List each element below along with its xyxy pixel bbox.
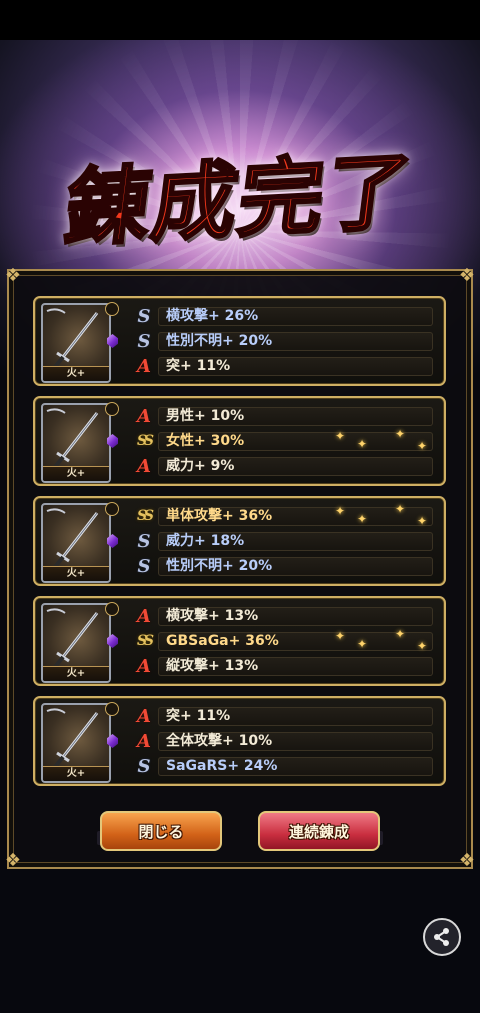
stat-text: 突+ 11% — [158, 707, 433, 726]
sparkle-icon: ✦ — [357, 512, 368, 526]
element-badge: 火+ — [43, 666, 109, 681]
ornament-icon: ❖ — [458, 265, 476, 286]
sparkle-icon: ✦ — [335, 429, 346, 443]
rank-s-icon: S — [137, 531, 151, 552]
sparkle-icon: ✦ — [357, 637, 368, 651]
stat-text: 横攻撃+ 13% — [158, 607, 433, 626]
slot-icon — [105, 502, 119, 516]
result-card: 火+ A 男性+ 10% SS 女性+ 30% A 威力+ 9% ✦ ✦ ✦ ✦ — [33, 396, 446, 486]
sparkle-icon: ✦ — [357, 437, 368, 451]
stat-row: S 威力+ 18% — [131, 531, 433, 552]
stat-row: A 縦攻撃+ 13% — [131, 656, 433, 677]
stat-row: SS GBSaGa+ 36% — [131, 631, 433, 652]
rank-a-icon: A — [137, 706, 151, 727]
sparkle-icon: ✦ — [395, 427, 406, 441]
weapon-thumbnail[interactable]: 火+ — [41, 403, 111, 483]
stat-row: S 性別不明+ 20% — [131, 556, 433, 577]
rank-a-icon: A — [137, 456, 151, 477]
ornament-icon: ❖ — [4, 850, 22, 871]
stat-row: A 突+ 11% — [131, 356, 433, 377]
sparkle-icon: ✦ — [417, 514, 428, 528]
stat-row: A 横攻撃+ 13% — [131, 606, 433, 627]
stat-row: A 男性+ 10% — [131, 406, 433, 427]
element-badge: 火+ — [43, 466, 109, 481]
rank-s-icon: S — [137, 331, 151, 352]
result-card: 火+ A 突+ 11% A 全体攻撃+ 10% S SaGaRS+ 24% — [33, 696, 446, 786]
stat-text: SaGaRS+ 24% — [158, 757, 433, 776]
stat-row: A 威力+ 9% — [131, 456, 433, 477]
stat-row: SS 女性+ 30% — [131, 431, 433, 452]
result-card: 火+ S 横攻撃+ 26% S 性別不明+ 20% A 突+ 11% — [33, 296, 446, 386]
stat-text: 威力+ 18% — [158, 532, 433, 551]
rank-ss-icon: SS — [137, 633, 154, 649]
ornament-icon: ❖ — [4, 265, 22, 286]
element-badge: 火+ — [43, 766, 109, 781]
result-title: 錬成完了 — [58, 139, 420, 259]
stat-text: 性別不明+ 20% — [158, 557, 433, 576]
slot-icon — [105, 402, 119, 416]
rank-a-icon: A — [137, 406, 151, 427]
rank-a-icon: A — [137, 356, 151, 377]
element-badge: 火+ — [43, 366, 109, 381]
stat-row: A 突+ 11% — [131, 706, 433, 727]
stat-row: S 横攻撃+ 26% — [131, 306, 433, 327]
slot-icon — [105, 702, 119, 716]
stat-text: 全体攻撃+ 10% — [158, 732, 433, 751]
continuous-refine-button[interactable]: 連続錬成 — [258, 811, 380, 851]
rank-s-icon: S — [137, 756, 151, 777]
stat-text: 突+ 11% — [158, 357, 433, 376]
result-card: 火+ SS 単体攻撃+ 36% S 威力+ 18% S 性別不明+ 20% ✦ ✦ ✦ ✦ — [33, 496, 446, 586]
rank-a-icon: A — [137, 606, 151, 627]
stat-row: S SaGaRS+ 24% — [131, 756, 433, 777]
stat-text: 威力+ 9% — [158, 457, 433, 476]
sparkle-icon: ✦ — [395, 627, 406, 641]
close-button[interactable]: 閉じる — [100, 811, 222, 851]
stat-text: GBSaGa+ 36% — [158, 632, 433, 651]
stat-row: SS 単体攻撃+ 36% — [131, 506, 433, 527]
sparkle-icon: ✦ — [335, 504, 346, 518]
stat-text: 単体攻撃+ 36% — [158, 507, 433, 526]
weapon-thumbnail[interactable]: 火+ — [41, 303, 111, 383]
stat-text: 性別不明+ 20% — [158, 332, 433, 351]
share-button[interactable] — [423, 918, 461, 956]
weapon-thumbnail[interactable]: 火+ — [41, 503, 111, 583]
slot-icon — [105, 302, 119, 316]
share-icon — [434, 928, 449, 946]
element-badge: 火+ — [43, 566, 109, 581]
stat-text: 男性+ 10% — [158, 407, 433, 426]
sparkle-icon: ✦ — [335, 629, 346, 643]
rank-a-icon: A — [137, 656, 151, 677]
sparkle-icon: ✦ — [395, 502, 406, 516]
rank-ss-icon: SS — [137, 433, 154, 449]
weapon-thumbnail[interactable]: 火+ — [41, 703, 111, 783]
rank-ss-icon: SS — [137, 508, 154, 524]
weapon-thumbnail[interactable]: 火+ — [41, 603, 111, 683]
status-bar — [0, 0, 480, 40]
stat-text: 女性+ 30% — [158, 432, 433, 451]
rank-s-icon: S — [137, 306, 151, 327]
sparkle-icon: ✦ — [417, 439, 428, 453]
rank-a-icon: A — [137, 731, 151, 752]
stat-text: 縦攻撃+ 13% — [158, 657, 433, 676]
result-card: 火+ A 横攻撃+ 13% SS GBSaGa+ 36% A 縦攻撃+ 13% ✦ ✦ ✦ ✦ — [33, 596, 446, 686]
sparkle-icon: ✦ — [417, 639, 428, 653]
ornament-icon: ❖ — [458, 850, 476, 871]
slot-icon — [105, 602, 119, 616]
stat-row: A 全体攻撃+ 10% — [131, 731, 433, 752]
stat-text: 横攻撃+ 26% — [158, 307, 433, 326]
rank-s-icon: S — [137, 556, 151, 577]
stat-row: S 性別不明+ 20% — [131, 331, 433, 352]
